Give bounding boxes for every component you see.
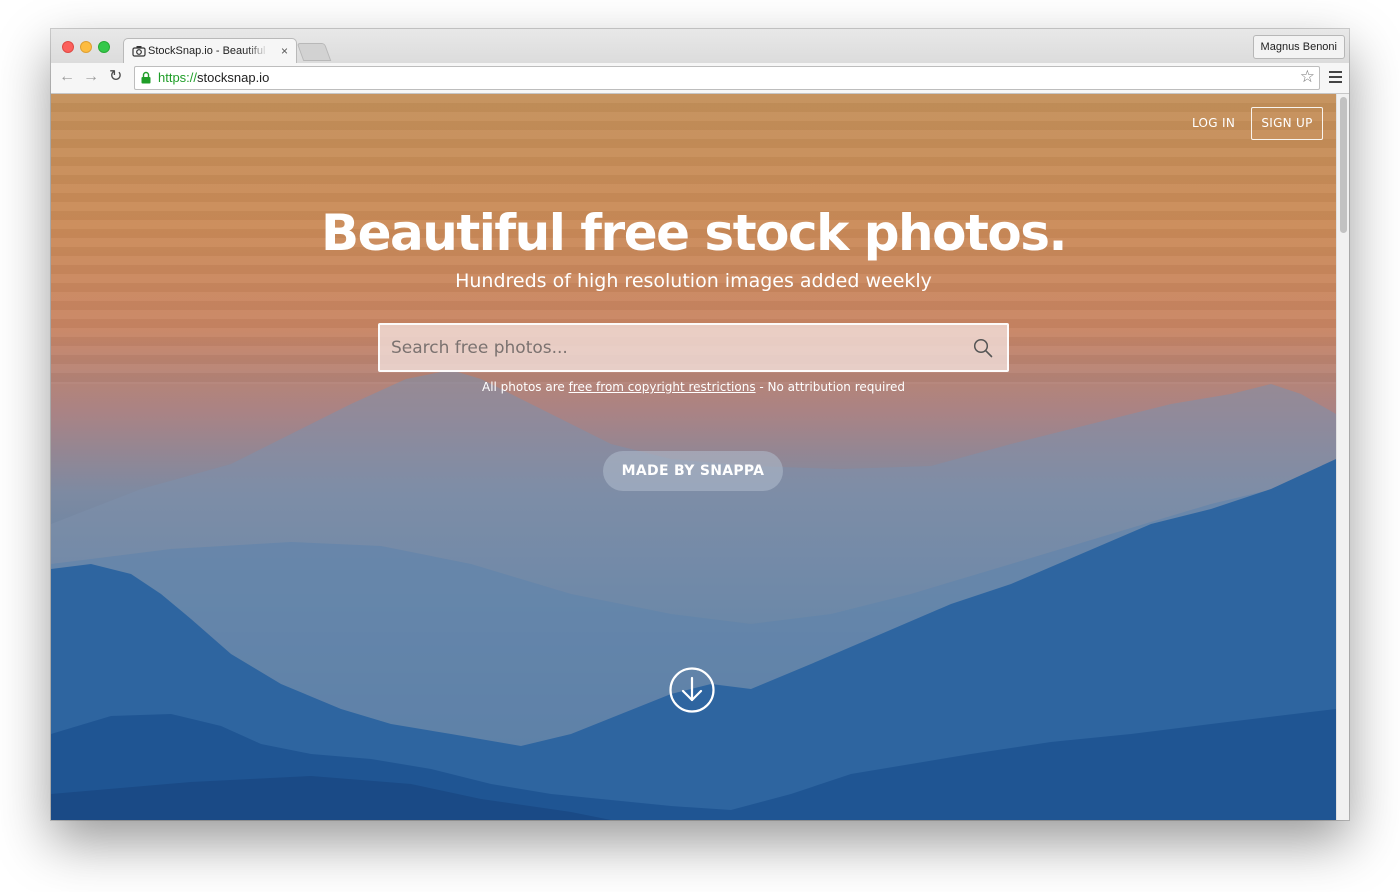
- browser-toolbar: ← → ↻ https://stocksnap.io ☆: [51, 63, 1349, 94]
- license-notice-suffix: - No attribution required: [755, 380, 906, 394]
- back-arrow-icon[interactable]: ←: [59, 68, 75, 86]
- camera-icon: [132, 46, 146, 57]
- url-scheme: https://: [158, 70, 198, 85]
- arrow-down-circle-icon[interactable]: [669, 667, 715, 713]
- license-notice: All photos are free from copyright restr…: [51, 379, 1336, 395]
- browser-window: StockSnap.io - Beautiful Free Stock Phot…: [51, 29, 1349, 820]
- page-scrollbar[interactable]: [1336, 94, 1349, 820]
- search-box: [378, 323, 1009, 372]
- url-host: stocksnap.io: [197, 70, 270, 85]
- reload-icon[interactable]: ↻: [109, 68, 122, 86]
- hero-subheadline: Hundreds of high resolution images added…: [455, 270, 932, 292]
- page-viewport: LOG IN SIGN UP Beautiful free stock phot…: [51, 94, 1336, 820]
- license-notice-prefix: All photos are: [481, 380, 569, 394]
- copyright-restrictions-link[interactable]: free from copyright restrictions: [569, 380, 756, 394]
- log-in-link[interactable]: LOG IN: [1192, 116, 1235, 130]
- forward-arrow-icon[interactable]: →: [83, 68, 99, 86]
- tab-title: StockSnap.io - Beautiful Free Stock Phot…: [148, 45, 268, 57]
- lock-icon: [141, 71, 151, 84]
- profile-button[interactable]: Magnus Benoni: [1252, 35, 1345, 59]
- new-tab-button[interactable]: [296, 43, 332, 61]
- browser-tab[interactable]: StockSnap.io - Beautiful Free Stock Phot…: [123, 38, 297, 65]
- sign-up-button[interactable]: SIGN UP: [1251, 107, 1323, 140]
- url-text: https://stocksnap.io: [158, 70, 269, 86]
- made-by-snappa-button[interactable]: MADE BY SNAPPA: [603, 451, 783, 491]
- tab-strip: StockSnap.io - Beautiful Free Stock Phot…: [51, 29, 1349, 65]
- maximize-window-button[interactable]: [98, 41, 110, 53]
- scrollbar-thumb[interactable]: [1340, 97, 1347, 233]
- minimize-window-button[interactable]: [80, 41, 92, 53]
- search-input[interactable]: [380, 325, 950, 370]
- browser-menu-icon[interactable]: [1329, 71, 1342, 83]
- address-bar[interactable]: https://stocksnap.io ☆: [134, 66, 1320, 90]
- tab-close-icon[interactable]: ×: [281, 44, 288, 58]
- close-window-button[interactable]: [62, 41, 74, 53]
- search-icon[interactable]: [973, 338, 993, 358]
- hero-headline: Beautiful free stock photos.: [321, 204, 1068, 262]
- bookmark-star-icon[interactable]: ☆: [1300, 68, 1315, 86]
